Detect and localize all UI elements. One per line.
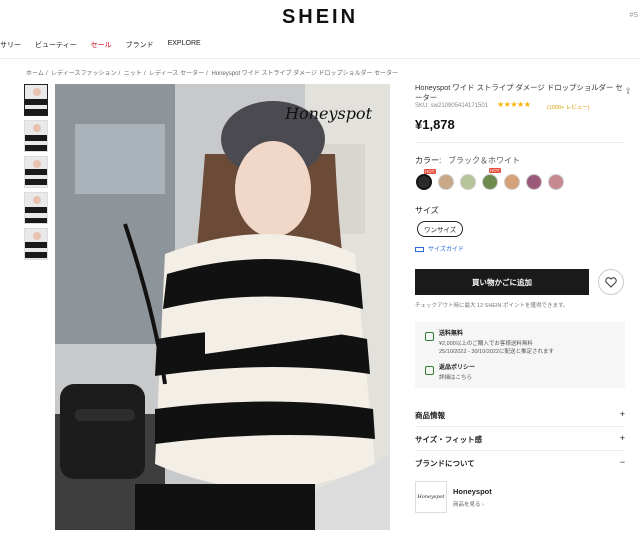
color-swatches: HOT HOT: [416, 168, 564, 190]
breadcrumb-current: Honeyspot ワイド ストライプ ダメージ ドロップショルダー セーター: [211, 71, 399, 77]
accordion-size-fit[interactable]: サイズ・フィット感 +: [415, 433, 625, 445]
shipping-line: 25/10/2022 - 30/10/2022に配送と推定されます: [439, 349, 554, 355]
color-label: カラー:: [415, 156, 442, 165]
breadcrumb-sep: /: [118, 71, 121, 77]
thumbnail[interactable]: [24, 120, 48, 152]
hot-badge: HOT: [424, 169, 436, 174]
breadcrumb-sep: /: [45, 71, 48, 77]
breadcrumb: ホーム / レディースファッション / ニット / レディース セーター / Honey…: [26, 68, 400, 77]
divider: [415, 450, 625, 451]
expand-icon: +: [619, 433, 625, 443]
shein-logo[interactable]: SHEIN: [0, 6, 640, 29]
color-swatch[interactable]: [504, 174, 520, 190]
brand-products-link[interactable]: 商品を見る ›: [453, 500, 484, 508]
wishlist-button[interactable]: [598, 269, 624, 295]
color-value: ブラック＆ホワイト: [448, 156, 520, 165]
accordion-product-info[interactable]: 商品情報 +: [415, 409, 625, 421]
truck-icon: [425, 332, 434, 341]
color-swatch[interactable]: [460, 174, 476, 190]
thumbnail[interactable]: [24, 192, 48, 224]
points-note: チェックアウト時に最大 12 SHEIN ポイントを獲得できます。: [415, 303, 569, 309]
add-to-cart-button[interactable]: 買い物かごに追加: [415, 269, 589, 295]
product-price: ¥1,878: [415, 117, 455, 132]
review-count[interactable]: (1000+ レビュー): [547, 103, 590, 111]
shield-icon: [425, 366, 434, 375]
divider: [415, 142, 625, 143]
accordion-label: ブランドについて: [415, 459, 475, 468]
thumbnail-list: [24, 84, 50, 264]
breadcrumb-sep: /: [143, 71, 146, 77]
shipping-info-box: 送料無料 ¥2,000以上のご購入でお客様送料無料 25/10/2022 - 3…: [415, 322, 625, 388]
breadcrumb-link[interactable]: レディース セーター: [149, 71, 204, 77]
breadcrumb-link[interactable]: レディースファッション: [51, 71, 116, 77]
image-brand-watermark: Honeyspot: [285, 104, 372, 123]
size-option[interactable]: ワンサイズ: [417, 221, 464, 237]
color-swatch[interactable]: [438, 174, 454, 190]
product-main-image[interactable]: Honeyspot: [55, 84, 390, 530]
divider: [0, 58, 640, 59]
nav-item[interactable]: ビューティー: [35, 40, 77, 50]
brand-logo[interactable]: Honeyspot: [415, 481, 447, 513]
thumbnail[interactable]: [24, 156, 48, 188]
size-guide-link[interactable]: サイズガイド: [415, 244, 464, 253]
shipping-title: 送料無料: [439, 331, 464, 337]
color-swatch[interactable]: HOT: [416, 169, 436, 190]
color-swatch[interactable]: [526, 174, 542, 190]
return-link[interactable]: 詳細はこちら: [439, 374, 472, 382]
thumbnail[interactable]: [24, 228, 48, 260]
nav-item[interactable]: ブランド: [126, 40, 154, 50]
ruler-icon: [415, 246, 424, 252]
divider: [415, 426, 625, 427]
rating-stars[interactable]: ★★★★★: [497, 100, 531, 109]
accordion-label: サイズ・フィット感: [415, 435, 483, 444]
heart-icon: [605, 276, 617, 288]
expand-icon: +: [619, 409, 625, 419]
nav-item[interactable]: EXPLORE: [168, 40, 201, 50]
shipping-line: ¥2,000以上のご購入でお客様送料無料: [439, 341, 533, 347]
nav-item[interactable]: サリー: [0, 40, 21, 50]
thumbnail[interactable]: [24, 84, 48, 116]
hot-badge: HOT: [489, 168, 501, 173]
size-guide-label: サイズガイド: [428, 247, 464, 253]
color-swatch[interactable]: [548, 174, 564, 190]
nav-item-sale[interactable]: セール: [91, 40, 112, 50]
return-title: 返品ポリシー: [439, 365, 476, 371]
accordion-brand[interactable]: ブランドについて −: [415, 457, 625, 469]
product-sku: SKU: sw2109054141715​01: [415, 103, 489, 109]
brand-name[interactable]: Honeyspot: [453, 487, 492, 496]
breadcrumb-link[interactable]: ニット: [124, 71, 142, 77]
collapse-icon: −: [619, 457, 625, 467]
breadcrumb-link[interactable]: ホーム: [26, 71, 44, 77]
color-swatch[interactable]: HOT: [482, 168, 501, 190]
corner-text: #S: [629, 12, 638, 19]
accordion-label: 商品情報: [415, 411, 445, 420]
top-nav: サリー ビューティー セール ブランド EXPLORE: [0, 40, 201, 50]
size-label: サイズ: [415, 206, 439, 215]
breadcrumb-sep: /: [206, 71, 208, 77]
